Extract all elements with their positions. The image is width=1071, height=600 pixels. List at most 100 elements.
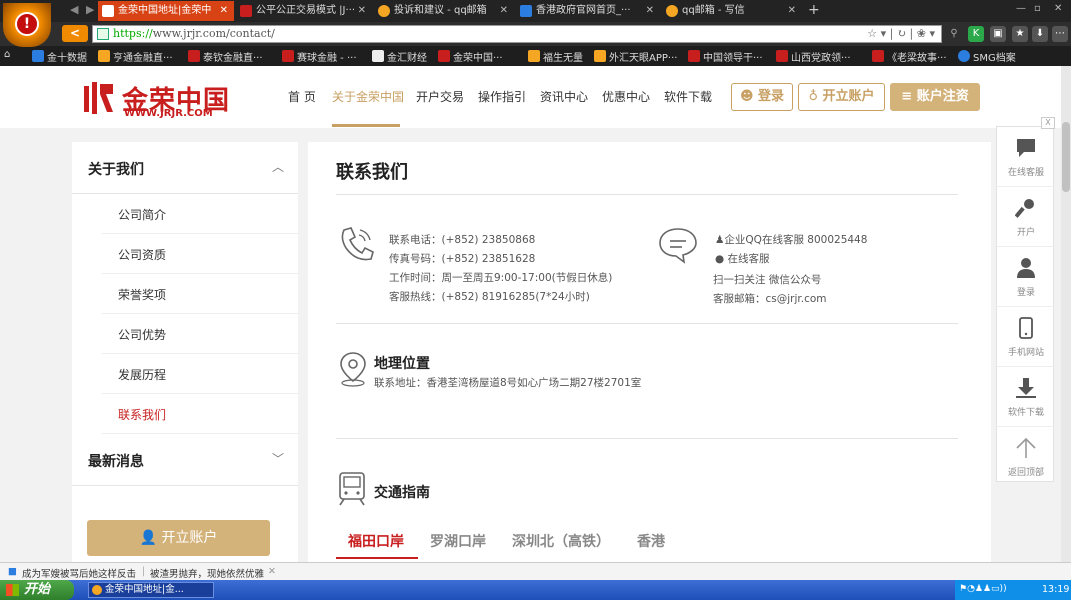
sidebar-item-contact[interactable]: 联系我们 (102, 394, 298, 434)
bookmark-item[interactable]: 福生无量 (528, 49, 583, 64)
bookmark-item[interactable]: 中国领导干··· (688, 49, 763, 64)
home-icon[interactable]: ⌂ (4, 49, 10, 60)
sidebar-open-account-button[interactable]: 👤 开立账户 (87, 520, 270, 556)
nav-news[interactable]: 资讯中心 (540, 88, 588, 105)
browser-tab-4[interactable]: 香港政府官网首页_··· ✕ (516, 1, 660, 21)
float-back-to-top[interactable]: 返回顶部 (997, 427, 1055, 487)
browser-tab-3[interactable]: 投诉和建议 - qq邮箱 ✕ (374, 1, 514, 21)
minimize-icon[interactable]: — (1016, 3, 1026, 14)
scrollbar-thumb[interactable] (1062, 122, 1070, 192)
sidebar-section-about[interactable]: 关于我们 ︿ (72, 142, 298, 194)
browser-menu-orb-icon[interactable]: ! (3, 3, 51, 47)
forward-arrow-icon[interactable]: ▶ (86, 3, 94, 16)
float-online-service[interactable]: 在线客服 (997, 127, 1055, 187)
extension-k-icon[interactable]: K (968, 26, 984, 42)
bookmark-label: 山西党政领··· (791, 53, 851, 64)
search-icon[interactable]: ⚲ (946, 26, 962, 42)
more-menu-icon[interactable]: ⋯ (1052, 26, 1068, 42)
close-tab-icon[interactable]: ✕ (788, 1, 796, 21)
bookmark-item[interactable]: 亨通金融直··· (98, 49, 173, 64)
back-arrow-icon[interactable]: ◀ (70, 3, 78, 16)
sidebar-item-awards[interactable]: 荣誉奖项 (102, 274, 298, 314)
hk-gov-favicon-icon (520, 5, 532, 17)
sidebar-section-title: 关于我们 (88, 162, 144, 178)
favorites-star-icon[interactable]: ★ (1012, 26, 1028, 42)
address-bar-row: < https://www.jrjr.com/contact/ ☆ ▾ | ↻ … (0, 22, 1071, 46)
status-news-1[interactable]: 成为军嫂被骂后她这样反击 (22, 566, 136, 580)
page-scrollbar[interactable] (1061, 66, 1071, 562)
tray-clock[interactable]: 13:19 (1042, 584, 1069, 595)
extension-lock-icon[interactable]: ▣ (990, 26, 1006, 42)
close-tab-icon[interactable]: ✕ (358, 1, 366, 21)
float-label: 开户 (1016, 228, 1035, 238)
url-input[interactable]: https://www.jrjr.com/contact/ ☆ ▾ | ↻ | … (92, 25, 942, 43)
maximize-icon[interactable]: ▫ (1034, 3, 1041, 14)
browser-tab-2[interactable]: 公平公正交易模式 |J··· ✕ (236, 1, 372, 21)
nav-open-trade[interactable]: 开户交易 (416, 88, 464, 105)
bookmark-item[interactable]: 山西党政领··· (776, 49, 851, 64)
float-mobile-site[interactable]: 手机网站 (997, 307, 1055, 367)
sidebar-item-profile[interactable]: 公司简介 (102, 194, 298, 234)
key-icon (1015, 199, 1034, 218)
new-tab-icon[interactable]: + (808, 2, 820, 18)
sidebar-item-history[interactable]: 发展历程 (102, 354, 298, 394)
float-open-account[interactable]: 开户 (997, 187, 1055, 247)
bookmark-item[interactable]: 外汇天眼APP··· (594, 49, 677, 64)
sidebar-section-title: 最新消息 (88, 454, 144, 470)
float-software-download[interactable]: 软件下载 (997, 367, 1055, 427)
login-button[interactable]: ☻ 登录 (731, 83, 793, 111)
jrjr-favicon-icon (102, 5, 114, 17)
sidebar-item-qualification[interactable]: 公司资质 (102, 234, 298, 274)
bookmark-item[interactable]: 金荣中国··· (438, 49, 503, 64)
close-status-news-icon[interactable]: ✕ (268, 566, 276, 577)
bookmark-item[interactable]: 金十数据 (32, 49, 87, 64)
open-account-button[interactable]: ♁ 开立账户 (798, 83, 885, 111)
tab-luohu-port[interactable]: 罗湖口岸 (430, 531, 486, 551)
tab-label: 香港政府官网首页_··· (536, 5, 631, 16)
nav-about[interactable]: 关于金荣中国 (332, 88, 404, 105)
sidebar-item-advantages[interactable]: 公司优势 (102, 314, 298, 354)
chat-bubble-icon (1017, 139, 1035, 157)
bookmark-item[interactable]: 金汇财经 (372, 49, 427, 64)
status-news-2[interactable]: 被渣男抛弃，现她依然优雅 (150, 566, 264, 580)
bookmark-item[interactable]: SMG档案 (958, 49, 1016, 64)
nav-promotions[interactable]: 优惠中心 (602, 88, 650, 105)
divider (336, 194, 958, 195)
float-login[interactable]: 登录 (997, 247, 1055, 307)
sidebar-section-news[interactable]: 最新消息 ﹀ (72, 434, 298, 486)
close-tab-icon[interactable]: ✕ (500, 1, 508, 21)
contact-online-label: 在线客服 (727, 253, 770, 265)
bookmark-label: 赛球金融 - ··· (297, 53, 357, 64)
bookmarks-bar: ⌂ 金十数据 亨通金融直··· 泰钦金融直··· 赛球金融 - ··· 金汇财经… (0, 46, 1071, 66)
nav-home[interactable]: 首 页 (288, 88, 316, 105)
nav-guide[interactable]: 操作指引 (478, 88, 526, 105)
tab-futian-port[interactable]: 福田口岸 (348, 531, 404, 551)
close-window-icon[interactable]: ✕ (1054, 3, 1062, 14)
start-button[interactable]: 开始 (0, 580, 74, 600)
sidebar: 关于我们 ︿ 公司简介 公司资质 荣誉奖项 公司优势 发展历程 联系我们 最新消… (72, 142, 298, 562)
contact-online-service[interactable]: ● 在线客服 (715, 251, 770, 266)
download-icon[interactable]: ⬇ (1032, 26, 1048, 42)
nav-download[interactable]: 软件下载 (664, 88, 712, 105)
taskbar-browser-item[interactable]: 金荣中国地址|金... (88, 582, 214, 598)
chevron-down-icon: ﹀ (272, 452, 285, 466)
bookmark-label: 金汇财经 (387, 53, 427, 64)
close-tab-icon[interactable]: ✕ (646, 1, 654, 21)
back-button[interactable]: < (62, 25, 88, 42)
user-icon: ☻ (739, 89, 754, 104)
tab-hongkong[interactable]: 香港 (637, 531, 665, 551)
divider (336, 438, 958, 439)
tray-icons[interactable]: ⚑◔♟♟▭)) (959, 584, 1007, 594)
browser-tab-1[interactable]: 金荣中国地址|金荣中 ✕ (98, 1, 234, 21)
contact-qq[interactable]: ♟企业QQ在线客服 800025448 (715, 232, 867, 247)
browser-tab-5[interactable]: qq邮箱 - 写信 ✕ (662, 1, 802, 21)
tab-shenzhen-north[interactable]: 深圳北（高铁） (512, 531, 610, 551)
bookmark-item[interactable]: 《老梁故事··· (872, 49, 947, 64)
address-bar-tools-icon[interactable]: ☆ ▾ | ↻ | ❀ ▾ (867, 26, 935, 42)
account-funding-button[interactable]: ≡ 账户注资 (890, 83, 980, 111)
bookmark-favicon-icon (98, 50, 110, 62)
site-logo[interactable]: 金荣中国 WWW.JRJR.COM (82, 80, 232, 122)
bookmark-item[interactable]: 泰钦金融直··· (188, 49, 263, 64)
bookmark-item[interactable]: 赛球金融 - ··· (282, 49, 357, 64)
close-tab-icon[interactable]: ✕ (220, 1, 228, 21)
